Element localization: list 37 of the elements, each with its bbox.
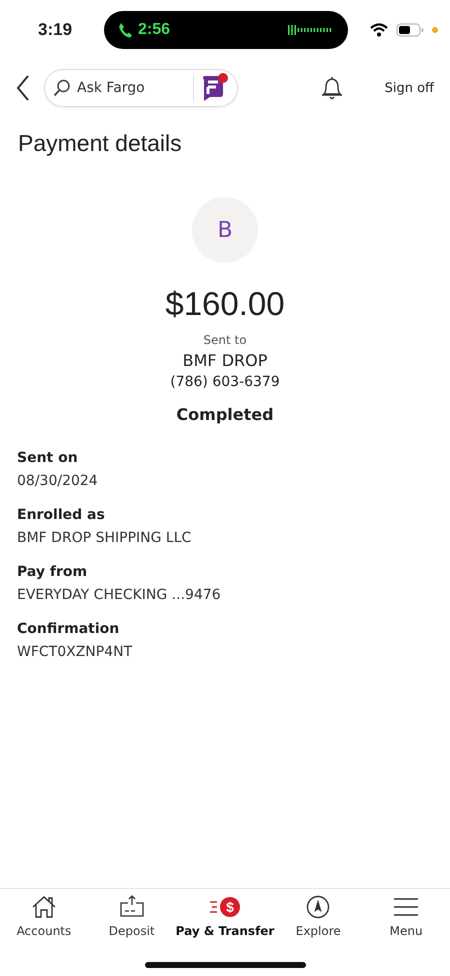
notification-bell-icon[interactable] [320,75,343,101]
compass-icon [306,895,330,919]
search-bar[interactable]: Ask Fargo [44,69,238,107]
home-icon [30,895,57,919]
detail-value: BMF DROP SHIPPING LLC [17,530,192,546]
tab-bar-item[interactable]: $ Pay & Transfer [176,895,274,938]
search-input[interactable]: Ask Fargo [75,79,189,97]
sign-off-link[interactable]: Sign off [384,80,434,96]
recipient-avatar: B [192,197,258,263]
detail-label: Pay from [17,564,88,580]
deposit-icon [118,895,145,919]
tab-bar-item[interactable]: Deposit [88,895,176,938]
detail-value: 08/30/2024 [17,473,99,489]
recipient-name: BMF DROP [182,351,268,370]
call-indicator[interactable]: 2:56 [104,11,348,49]
detail-label: Confirmation [17,621,120,637]
payment-amount: $160.00 [165,285,285,323]
sent-to-label: Sent to [203,333,247,347]
page-title: Payment details [18,130,183,157]
search-icon [53,79,71,97]
back-icon[interactable] [16,75,30,101]
status-time: 3:19 [38,20,74,40]
tab-bar-item[interactable]: Menu [362,895,450,938]
recipient-phone: (786) 603-6379 [170,374,280,390]
call-duration: 2:56 [138,21,170,39]
tab-bar-item[interactable]: Accounts [0,895,88,938]
battery-icon [396,23,424,37]
detail-label: Enrolled as [17,507,106,523]
payment-status: Completed [176,405,274,424]
phone-icon [118,22,132,38]
privacy-dot-icon [432,27,438,33]
detail-value: EVERYDAY CHECKING ...9476 [17,587,222,603]
wifi-icon [370,23,388,37]
tab-bar-item[interactable]: Explore [274,895,362,938]
detail-value: WFCT0XZNP4NT [17,644,134,660]
waveform-icon [288,25,334,35]
detail-label: Sent on [17,450,79,466]
